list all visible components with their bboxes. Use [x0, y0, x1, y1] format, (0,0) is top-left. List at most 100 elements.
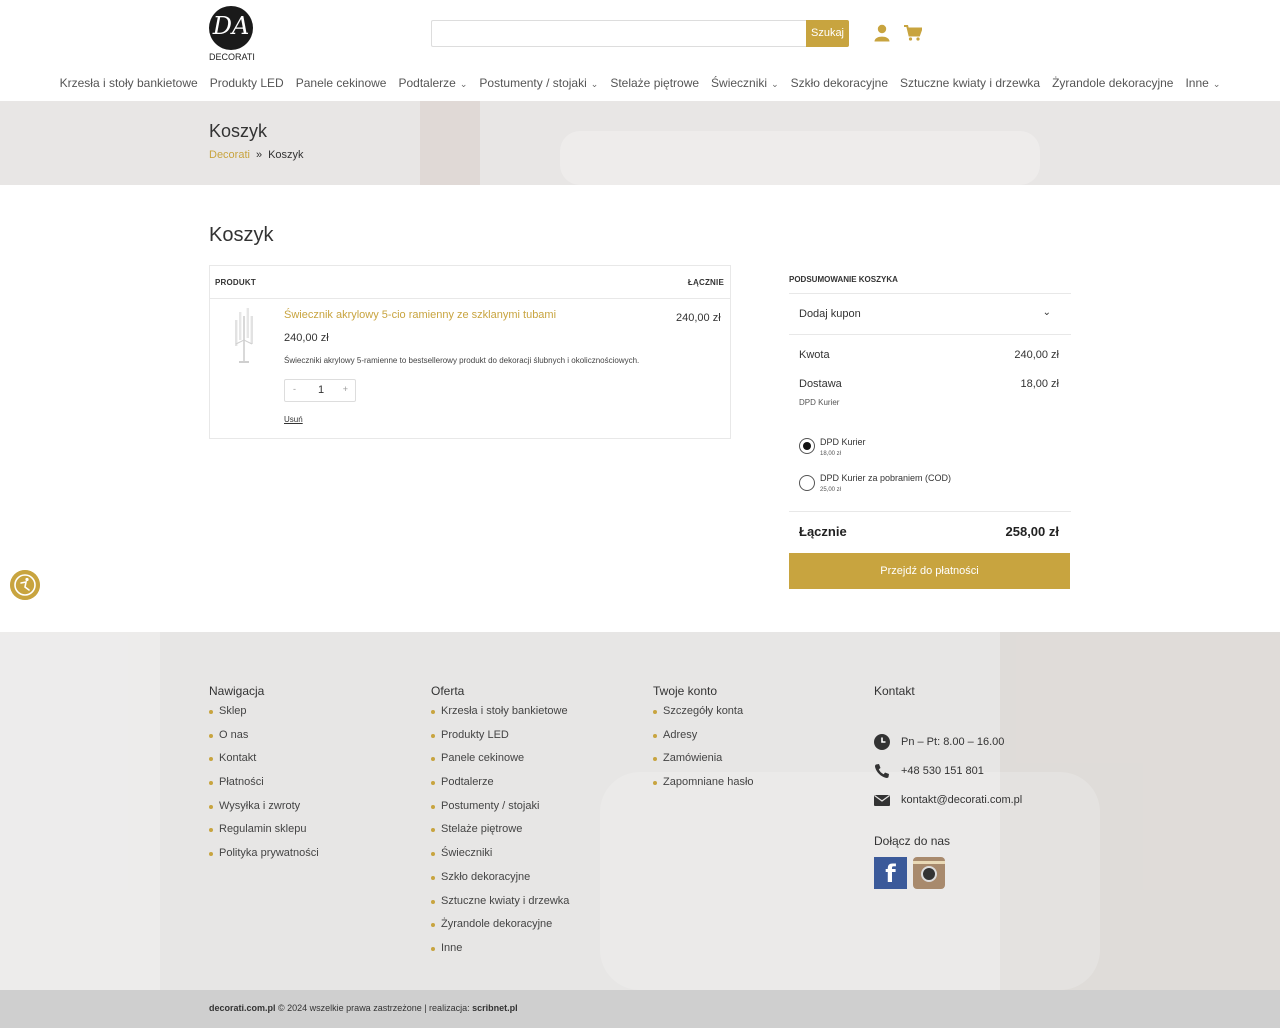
- footer-offer-column: Oferta Krzesła i stoły bankietowe Produkt…: [431, 684, 569, 966]
- coupon-toggle[interactable]: Dodaj kupon ⌄: [799, 307, 1059, 320]
- quantity-stepper: - 1 +: [284, 379, 356, 402]
- footer-link-stelaze-pietrowe[interactable]: Stelaże piętrowe: [431, 823, 569, 847]
- footer-link-zyrandole-dekoracyjne[interactable]: Żyrandole dekoracyjne: [431, 918, 569, 942]
- footer-link-sklep[interactable]: Sklep: [209, 705, 319, 729]
- footer-link-podtalerze[interactable]: Podtalerze: [431, 776, 569, 800]
- footer-link-wysylka-i-zwroty[interactable]: Wysyłka i zwroty: [209, 800, 319, 824]
- footer-link-panele-cekinowe[interactable]: Panele cekinowe: [431, 752, 569, 776]
- nav-item-produkty-led[interactable]: Produkty LED: [210, 76, 284, 90]
- copyright-text: © 2024 wszelkie prawa zastrzeżone | real…: [275, 1003, 473, 1013]
- nav-item-sztuczne-kwiaty-i-drzewka[interactable]: Sztuczne kwiaty i drzewka: [900, 76, 1040, 90]
- footer-link-regulamin-sklepu[interactable]: Regulamin sklepu: [209, 823, 319, 847]
- search-bar: Szukaj: [431, 20, 849, 47]
- site-link[interactable]: decorati.com.pl: [209, 1003, 276, 1013]
- nav-item-label: Podtalerze: [398, 76, 456, 90]
- summary-title: PODSUMOWANIE KOSZYKA: [789, 275, 898, 284]
- footer-link-postumenty-stojaki[interactable]: Postumenty / stojaki: [431, 800, 569, 824]
- nav-item-label: Postumenty / stojaki: [479, 76, 587, 90]
- nav-item-postumenty-stojaki[interactable]: Postumenty / stojaki ⌄: [479, 76, 598, 90]
- nav-item-zyrandole-dekoracyjne[interactable]: Żyrandole dekoracyjne: [1052, 76, 1173, 90]
- footer-link-szczegoly-konta[interactable]: Szczegóły konta: [653, 705, 754, 729]
- shipping-label: Dostawa: [799, 378, 842, 390]
- shipping-option-radio-cod[interactable]: [799, 475, 815, 491]
- subtotal-row: Kwota 240,00 zł: [799, 349, 1059, 361]
- breadcrumb-current: Koszyk: [268, 149, 304, 161]
- checkout-button[interactable]: Przejdź do płatności: [789, 553, 1070, 589]
- footer-nav-title: Nawigacja: [209, 684, 265, 698]
- footer-link-produkty-led[interactable]: Produkty LED: [431, 729, 569, 753]
- breadcrumb-separator: »: [255, 149, 263, 161]
- product-image[interactable]: [232, 306, 256, 364]
- total-value: 258,00 zł: [1005, 524, 1060, 539]
- footer-nav-column: Nawigacja Sklep O nas Kontakt Płatności Wysy…: [209, 684, 319, 871]
- footer-bottom-bar: decorati.com.pl © 2024 wszelkie prawa za…: [0, 990, 1280, 1028]
- site-footer: Nawigacja Sklep O nas Kontakt Płatności Wysy…: [0, 632, 1280, 990]
- logo-text: DECORATI: [209, 52, 255, 62]
- nav-item-inne[interactable]: Inne ⌄: [1185, 76, 1220, 90]
- footer-link-zamowienia[interactable]: Zamówienia: [653, 752, 754, 776]
- subtotal-label: Kwota: [799, 349, 830, 361]
- footer-link-swieczniki[interactable]: Świeczniki: [431, 847, 569, 871]
- logo[interactable]: DA DECORATI: [209, 6, 255, 62]
- nav-item-label: Inne: [1185, 76, 1209, 90]
- footer-link-adresy[interactable]: Adresy: [653, 729, 754, 753]
- nav-item-label: Świeczniki: [711, 76, 768, 90]
- shipping-row: Dostawa 18,00 zł: [799, 378, 1059, 390]
- product-description: Świeczniki akrylowy 5-ramienne to bestse…: [284, 356, 640, 365]
- page-banner: Koszyk Decorati » Koszyk: [0, 101, 1280, 185]
- footer-link-o-nas[interactable]: O nas: [209, 729, 319, 753]
- nav-item-label: Sztuczne kwiaty i drzewka: [900, 76, 1041, 90]
- banner-title: Koszyk: [209, 121, 268, 141]
- chevron-down-icon: ⌄: [1042, 307, 1051, 318]
- nav-item-label: Krzesła i stoły bankietowe: [59, 76, 198, 90]
- shipping-option-label: DPD Kurier za pobraniem (COD): [820, 473, 952, 483]
- col-product: PRODUKT: [215, 278, 256, 287]
- nav-item-szklo-dekoracyjne[interactable]: Szkło dekoracyjne: [791, 76, 888, 90]
- line-total: 240,00 zł: [676, 312, 721, 324]
- nav-item-stelaze-pietrowe[interactable]: Stelaże piętrowe: [610, 76, 699, 90]
- phone-icon: [875, 764, 889, 778]
- remove-item-link[interactable]: Usuń: [284, 415, 303, 424]
- product-price: 240,00 zł: [284, 332, 329, 344]
- shipping-value: 18,00 zł: [1020, 378, 1059, 390]
- nav-item-label: Stelaże piętrowe: [610, 76, 700, 90]
- nav-item-podtalerze[interactable]: Podtalerze ⌄: [398, 76, 467, 90]
- footer-link-krzesla-i-stoly-bankietowe[interactable]: Krzesła i stoły bankietowe: [431, 705, 569, 729]
- footer-account-title: Twoje konto: [653, 684, 718, 698]
- shipping-method: DPD Kurier: [799, 398, 840, 407]
- subtotal-value: 240,00 zł: [1014, 349, 1059, 361]
- accessibility-icon[interactable]: [10, 570, 40, 600]
- footer-link-kontakt[interactable]: Kontakt: [209, 752, 319, 776]
- search-input[interactable]: [431, 20, 807, 47]
- author-link[interactable]: scribnet.pl: [472, 1003, 518, 1013]
- footer-link-szklo-dekoracyjne[interactable]: Szkło dekoracyjne: [431, 871, 569, 895]
- shipping-option-radio-dpd[interactable]: [799, 438, 815, 454]
- footer-link-polityka-prywatnosci[interactable]: Polityka prywatności: [209, 847, 319, 871]
- chevron-down-icon: ⌄: [459, 79, 468, 89]
- nav-item-krzesla-i-stoly-bankietowe[interactable]: Krzesła i stoły bankietowe: [60, 76, 198, 90]
- footer-link-platnosci[interactable]: Płatności: [209, 776, 319, 800]
- logo-mark: DA: [209, 6, 253, 50]
- chevron-down-icon: ⌄: [590, 79, 599, 89]
- mail-icon: [874, 795, 890, 806]
- footer-contact-title: Kontakt: [874, 684, 915, 698]
- footer-link-sztuczne-kwiaty-i-drzewka[interactable]: Sztuczne kwiaty i drzewka: [431, 895, 569, 919]
- shipping-option-label: DPD Kurier: [820, 437, 866, 447]
- quantity-increase-button[interactable]: +: [343, 384, 348, 394]
- facebook-icon[interactable]: f: [874, 857, 907, 889]
- total-label: Łącznie: [799, 524, 847, 539]
- nav-item-swieczniki[interactable]: Świeczniki ⌄: [711, 76, 779, 90]
- cart-table: PRODUKT ŁĄCZNIE Świecznik akrylowy 5-cio…: [209, 265, 731, 439]
- user-icon[interactable]: [874, 24, 890, 42]
- footer-link-zapomniane-haslo[interactable]: Zapomniane hasło: [653, 776, 754, 800]
- instagram-icon[interactable]: [913, 857, 945, 889]
- nav-item-label: Szkło dekoracyjne: [790, 76, 888, 90]
- chevron-down-icon: ⌄: [771, 79, 779, 89]
- nav-item-panele-cekinowe[interactable]: Panele cekinowe: [296, 76, 387, 90]
- search-button[interactable]: Szukaj: [806, 20, 849, 47]
- footer-link-inne[interactable]: Inne: [431, 942, 569, 966]
- product-name-link[interactable]: Świecznik akrylowy 5-cio ramienny ze szk…: [284, 309, 556, 321]
- breadcrumb-home[interactable]: Decorati: [209, 149, 250, 161]
- cart-icon[interactable]: [904, 25, 922, 41]
- page-title: Koszyk: [209, 224, 274, 246]
